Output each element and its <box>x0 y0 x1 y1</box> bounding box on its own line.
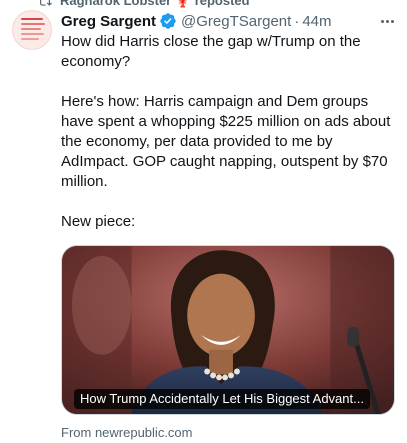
avatar-text-line <box>21 38 39 40</box>
repost-icon <box>40 0 52 6</box>
repost-verb: reposted <box>194 0 250 8</box>
avatar-text-line <box>21 18 43 20</box>
more-dot <box>385 19 389 23</box>
reposter-emoji: 🦞 <box>174 0 192 8</box>
author-display-name[interactable]: Greg Sargent <box>61 13 156 30</box>
author-handle[interactable]: @GregTSargent <box>181 13 291 30</box>
tweet-text: How did Harris close the gap w/Trump on … <box>61 32 399 232</box>
verified-badge-icon[interactable] <box>159 12 177 30</box>
tweet-paragraph: Here's how: Harris campaign and Dem grou… <box>61 93 391 190</box>
link-card[interactable]: How Trump Accidentally Let His Biggest A… <box>61 245 395 415</box>
more-icon[interactable] <box>378 12 396 30</box>
tweet-paragraph: New piece: <box>61 213 136 230</box>
card-title[interactable]: How Trump Accidentally Let His Biggest A… <box>74 389 370 409</box>
avatar-text-line <box>21 28 41 30</box>
tweet-paragraph: How did Harris close the gap w/Trump on … <box>61 33 361 70</box>
more-dot <box>390 19 394 23</box>
repost-label[interactable]: Ragnarok Lobster 🦞 reposted <box>60 0 250 8</box>
more-dot <box>380 19 384 23</box>
card-source-link[interactable]: From newrepublic.com <box>61 425 193 441</box>
reposter-name[interactable]: Ragnarok Lobster <box>60 0 171 8</box>
repost-context: Ragnarok Lobster 🦞 reposted <box>0 0 407 9</box>
avatar-text-line <box>21 23 45 25</box>
avatar-text-line <box>21 33 44 35</box>
tweet-timestamp[interactable]: 44m <box>302 13 331 30</box>
tweet-header: Greg Sargent @GregTSargent · 44m <box>61 11 332 31</box>
header-separator: · <box>294 12 300 30</box>
avatar[interactable] <box>12 10 52 50</box>
